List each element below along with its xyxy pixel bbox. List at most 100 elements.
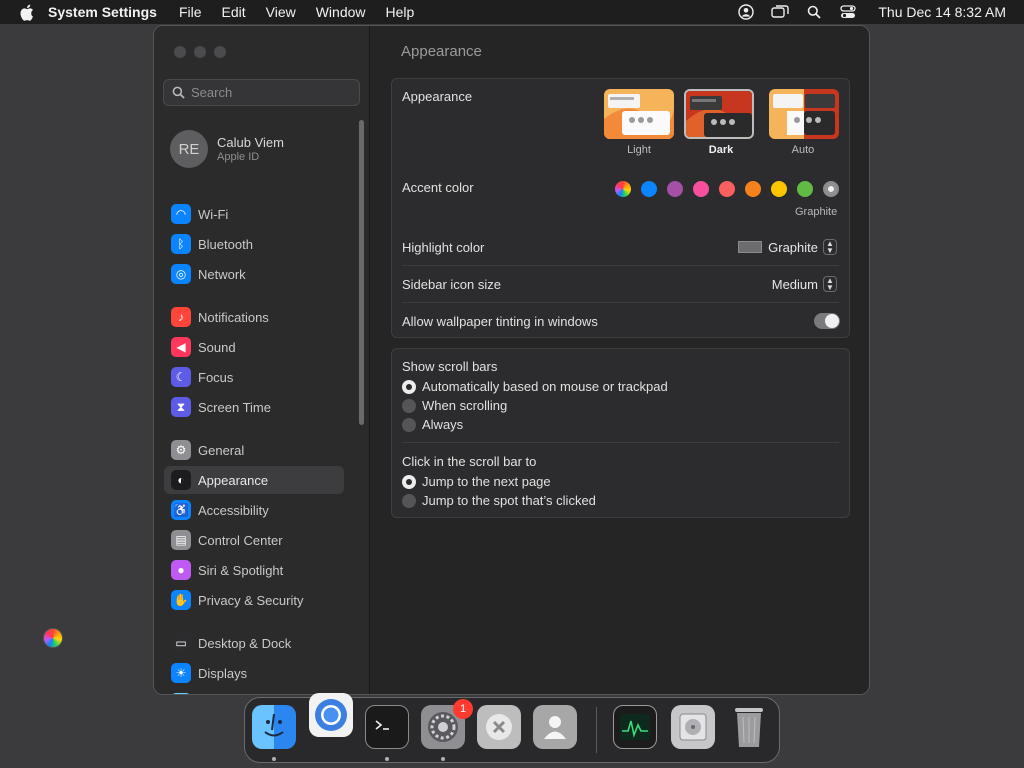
appearance-group: Appearance Light Dark Auto Accent color … [391,78,850,338]
accessibility-icon: ♿ [171,500,191,520]
dock-separator [596,707,597,753]
accent-color-swatch[interactable] [745,181,761,197]
clock[interactable]: Thu Dec 14 8:32 AM [878,4,1006,20]
radio-button[interactable] [402,379,416,394]
accent-color-swatch[interactable] [667,181,683,197]
close-app-icon[interactable] [477,705,521,749]
highlight-color-popup[interactable]: Graphite ▲ ▼ [738,239,837,255]
menu-edit[interactable]: Edit [222,4,246,20]
minimize-window-button[interactable] [194,46,206,58]
accent-color-swatch[interactable] [693,181,709,197]
sidebar-item-general[interactable]: ⚙ General [164,436,344,464]
app-name-menu[interactable]: System Settings [48,4,157,20]
appearance-label: Appearance [402,89,473,104]
appearance-auto-caption: Auto [791,144,815,156]
accent-color-swatch[interactable] [771,181,787,197]
avatar: RE [170,130,208,168]
appearance-dark-option[interactable] [684,89,754,139]
radio-label: Automatically based on mouse or trackpad [422,379,668,394]
screen-mirroring-icon[interactable] [770,2,790,22]
system-settings-icon[interactable]: 1 [421,699,473,749]
chevron-up-down-icon: ▲ ▼ [823,239,837,255]
sidebar-item-desktop-dock[interactable]: ▭ Desktop & Dock [164,629,344,657]
terminal-icon[interactable] [365,705,409,749]
menu-window[interactable]: Window [316,4,366,20]
contacts-icon[interactable] [533,705,577,749]
sidebar-item-siri-spotlight[interactable]: ● Siri & Spotlight [164,556,344,584]
wallpaper-tinting-toggle[interactable] [814,313,840,329]
sidebar-item-appearance[interactable]: ◐ Appearance [164,466,344,494]
radio-button[interactable] [402,398,416,413]
appearance-light-option[interactable] [604,89,674,139]
sidebar-item-label: Wi-Fi [198,206,229,222]
sidebar-item-privacy-security[interactable]: ✋ Privacy & Security [164,586,344,614]
accent-color-swatch[interactable] [823,181,839,197]
search-icon [172,86,185,99]
control-center-toggle-icon[interactable] [838,2,858,22]
sidebar-icon-size-popup[interactable]: Medium ▲ ▼ [772,276,837,292]
radio-option[interactable]: Always [402,417,463,432]
divider [402,265,839,266]
click-scroll-bar-label: Click in the scroll bar to [402,454,537,469]
sidebar: RE Calub Viem Apple ID ◠ Wi-Fi ᛒ Bluetooth ◎… [154,26,370,694]
sidebar-item-label: Screen Time [198,399,271,415]
finder-icon[interactable] [252,705,296,749]
radio-option[interactable]: Jump to the spot that’s clicked [402,493,596,508]
radio-option[interactable]: Automatically based on mouse or trackpad [402,379,668,394]
sidebar-item-displays[interactable]: ☀ Displays [164,659,344,687]
close-window-button[interactable] [174,46,186,58]
accent-color-swatch[interactable] [719,181,735,197]
zoom-window-button[interactable] [214,46,226,58]
accent-color-swatch[interactable] [797,181,813,197]
dock-icon: ▭ [171,633,191,653]
menu-view[interactable]: View [266,4,296,20]
trash-icon[interactable] [727,705,771,749]
search-field[interactable] [163,79,360,106]
sidebar-item-network[interactable]: ◎ Network [164,260,344,288]
appearance-icon: ◐ [171,470,191,490]
control-center-icon: ▤ [171,530,191,550]
radio-button[interactable] [402,474,416,489]
dock: 1 [244,693,780,763]
radio-option[interactable]: Jump to the next page [402,474,551,489]
sidebar-item-accessibility[interactable]: ♿ Accessibility [164,496,344,524]
disk-utility-icon[interactable] [671,705,715,749]
notification-badge: 1 [453,699,473,719]
activity-monitor-icon[interactable] [613,705,657,749]
hourglass-icon: ⧗ [171,397,191,417]
menu-help[interactable]: Help [386,4,415,20]
sidebar-item-focus[interactable]: ☾ Focus [164,363,344,391]
sidebar-item-label: Desktop & Dock [198,635,292,651]
radio-option[interactable]: When scrolling [402,398,507,413]
sidebar-item-wi-fi[interactable]: ◠ Wi-Fi [164,200,344,228]
profile-subtitle: Apple ID [217,151,260,163]
apple-menu-icon[interactable] [16,2,36,22]
radio-button[interactable] [402,493,416,508]
chromium-icon[interactable] [309,693,353,737]
spotlight-search-icon[interactable] [804,2,824,22]
sidebar-item-screen-time[interactable]: ⧗ Screen Time [164,393,344,421]
accent-color-swatch[interactable] [615,181,631,197]
color-picker-icon[interactable] [43,628,63,648]
scroll-bars-group: Show scroll bars Automatically based on … [391,348,850,518]
sidebar-item-label: Accessibility [198,502,269,518]
search-input[interactable] [191,85,351,100]
menu-file[interactable]: File [179,4,202,20]
content-pane: Appearance Appearance Light Dark Auto Ac… [371,26,869,694]
appearance-light-caption: Light [627,144,651,156]
sidebar-item-label: Privacy & Security [198,592,304,608]
accent-color-label: Accent color [402,180,474,195]
sidebar-item-bluetooth[interactable]: ᛒ Bluetooth [164,230,344,258]
menu-bar: System Settings File Edit View Window He… [0,0,1024,24]
hand-icon: ✋ [171,590,191,610]
sidebar-item-notifications[interactable]: ♪ Notifications [164,303,344,331]
user-account-icon[interactable] [736,2,756,22]
sidebar-item-sound[interactable]: ◀ Sound [164,333,344,361]
sidebar-item-control-center[interactable]: ▤ Control Center [164,526,344,554]
apple-id-profile[interactable]: RE Calub Viem Apple ID [170,130,284,168]
sidebar-scrollbar[interactable] [359,120,364,425]
radio-button[interactable] [402,417,416,432]
system-settings-window: RE Calub Viem Apple ID ◠ Wi-Fi ᛒ Bluetooth ◎… [153,25,870,695]
accent-color-swatch[interactable] [641,181,657,197]
appearance-auto-option[interactable] [769,89,839,139]
